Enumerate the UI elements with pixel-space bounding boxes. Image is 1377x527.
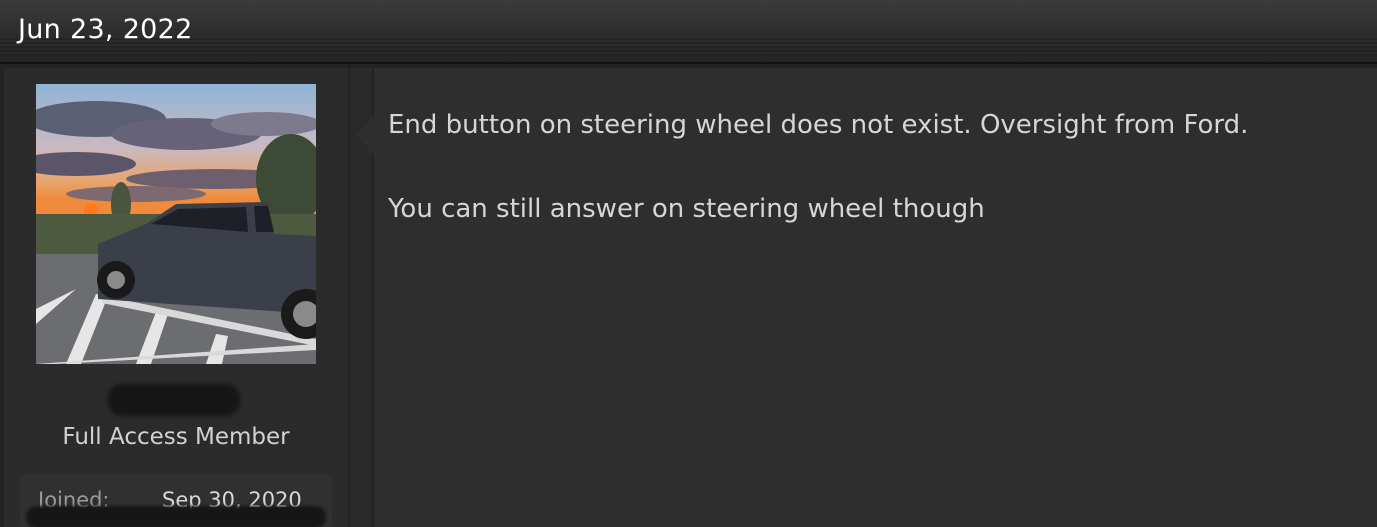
forum-post: Jun 23, 2022 Full Access Member Joined: … bbox=[0, 0, 1377, 527]
message-line-1: End button on steering wheel does not ex… bbox=[388, 110, 1249, 140]
username-redacted bbox=[108, 384, 240, 416]
post-date: Jun 23, 2022 bbox=[18, 14, 193, 45]
redaction-mark bbox=[26, 506, 326, 527]
message-pointer-arrow bbox=[356, 115, 374, 155]
avatar-photo bbox=[36, 84, 316, 364]
post-date-header: Jun 23, 2022 bbox=[0, 0, 1377, 64]
message-line-2: You can still answer on steering wheel t… bbox=[388, 194, 985, 224]
user-title: Full Access Member bbox=[62, 424, 290, 450]
user-avatar[interactable] bbox=[36, 84, 316, 364]
message-body: End button on steering wheel does not ex… bbox=[374, 68, 1377, 527]
user-extra-info: Joined: Sep 30, 2020 bbox=[20, 474, 332, 527]
user-panel: Full Access Member Joined: Sep 30, 2020 bbox=[4, 68, 348, 527]
